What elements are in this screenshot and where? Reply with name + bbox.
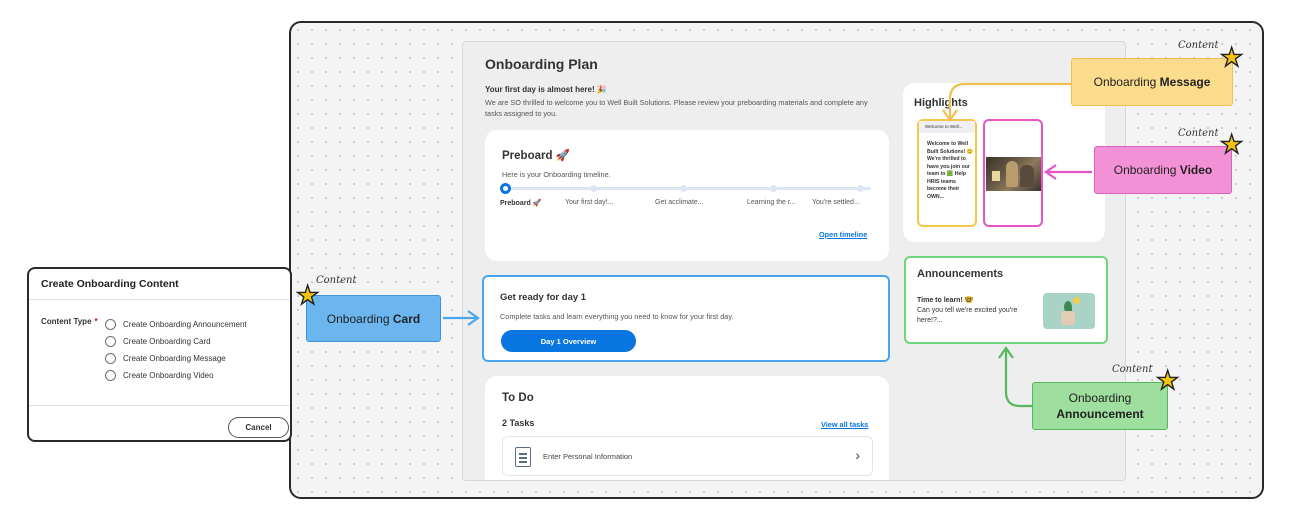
todo-title: To Do — [502, 392, 534, 404]
open-timeline-link[interactable]: Open timeline — [819, 230, 867, 239]
radio-icon[interactable] — [105, 319, 116, 330]
message-tile-header: Welcome to Well... — [919, 121, 975, 133]
content-tag: Content — [316, 275, 357, 286]
star-icon: ★ — [295, 280, 320, 310]
timeline-label-4: Learning the r... — [747, 199, 796, 206]
option-video[interactable]: Create Onboarding Video — [105, 370, 214, 381]
timeline-label-2: Your first day!... — [565, 199, 614, 206]
task-label: Enter Personal Information — [543, 452, 633, 461]
preboard-subtitle: Here is your Onboarding timeline. — [502, 170, 611, 179]
welcome-heading: Your first day is almost here! 🎉 — [485, 85, 607, 94]
timeline-track — [503, 187, 871, 190]
announcement-image — [1043, 293, 1095, 329]
timeline-label-3: Get acclimate... — [655, 199, 704, 206]
timeline-label-5: You're settled... — [812, 199, 860, 206]
option-announcement[interactable]: Create Onboarding Announcement — [105, 319, 247, 330]
day1-text: Complete tasks and learn everything you … — [500, 312, 734, 321]
radio-icon[interactable] — [105, 370, 116, 381]
timeline-label-1: Preboard 🚀 — [500, 200, 542, 207]
radio-icon[interactable] — [105, 336, 116, 347]
content-tag: Content — [1178, 128, 1219, 139]
announcements-title: Announcements — [917, 268, 1004, 280]
timeline-step-2[interactable] — [590, 185, 597, 192]
day1-overview-button[interactable]: Day 1 Overview — [501, 330, 636, 352]
callout-onboarding-announcement: Onboarding Announcement — [1032, 382, 1168, 430]
content-tag: Content — [1112, 364, 1153, 375]
preboard-title: Preboard 🚀 — [502, 150, 571, 162]
onboarding-video-tile[interactable] — [983, 119, 1043, 227]
document-icon — [515, 447, 531, 467]
callout-onboarding-card: Onboarding Card — [306, 295, 441, 342]
announcements-card: Announcements Time to learn! 🤓 Can you t… — [904, 256, 1108, 344]
welcome-text: We are SO thrilled to welcome you to Wel… — [485, 98, 868, 118]
star-icon: ★ — [1155, 365, 1180, 395]
preboard-card: Preboard 🚀 Here is your Onboarding timel… — [485, 130, 889, 261]
announcement-item-title[interactable]: Time to learn! 🤓 — [917, 296, 973, 304]
timeline-step-1[interactable] — [500, 183, 511, 194]
day1-card: Get ready for day 1 Complete tasks and l… — [482, 275, 890, 362]
timeline-step-4[interactable] — [770, 185, 777, 192]
option-card[interactable]: Create Onboarding Card — [105, 336, 211, 347]
view-all-tasks-link[interactable]: View all tasks — [821, 420, 868, 429]
task-row[interactable]: Enter Personal Information › — [502, 436, 873, 476]
day1-title: Get ready for day 1 — [500, 292, 587, 303]
divider — [29, 299, 290, 300]
star-icon: ★ — [1219, 129, 1244, 159]
chevron-right-icon: › — [855, 447, 860, 463]
star-icon: ★ — [1219, 42, 1244, 72]
callout-onboarding-message: Onboarding Message — [1071, 58, 1233, 106]
message-tile-text: Welcome to Well Built Solutions! 😊 We're… — [927, 141, 974, 200]
timeline-step-5[interactable] — [857, 185, 864, 192]
todo-card: To Do 2 Tasks View all tasks Enter Perso… — [485, 376, 889, 480]
option-message[interactable]: Create Onboarding Message — [105, 353, 226, 364]
page-title: Onboarding Plan — [485, 56, 598, 72]
content-type-label: Content Type * — [41, 317, 98, 326]
content-tag: Content — [1178, 40, 1219, 51]
highlights-card: Highlights Welcome to Well... Welcome to… — [903, 83, 1105, 242]
video-thumbnail — [986, 157, 1041, 191]
timeline-step-3[interactable] — [680, 185, 687, 192]
dialog-title: Create Onboarding Content — [41, 278, 179, 290]
announcement-item-text: Can you tell we're excited you're here!?… — [917, 307, 1018, 324]
onboarding-message-tile[interactable]: Welcome to Well... Welcome to Well Built… — [917, 119, 977, 227]
callout-onboarding-video: Onboarding Video — [1094, 146, 1232, 194]
create-onboarding-content-dialog: Create Onboarding Content Content Type * … — [27, 267, 292, 442]
todo-count: 2 Tasks — [502, 418, 535, 428]
radio-icon[interactable] — [105, 353, 116, 364]
cancel-button[interactable]: Cancel — [228, 417, 289, 438]
divider — [29, 405, 290, 406]
highlights-title: Highlights — [914, 97, 968, 109]
